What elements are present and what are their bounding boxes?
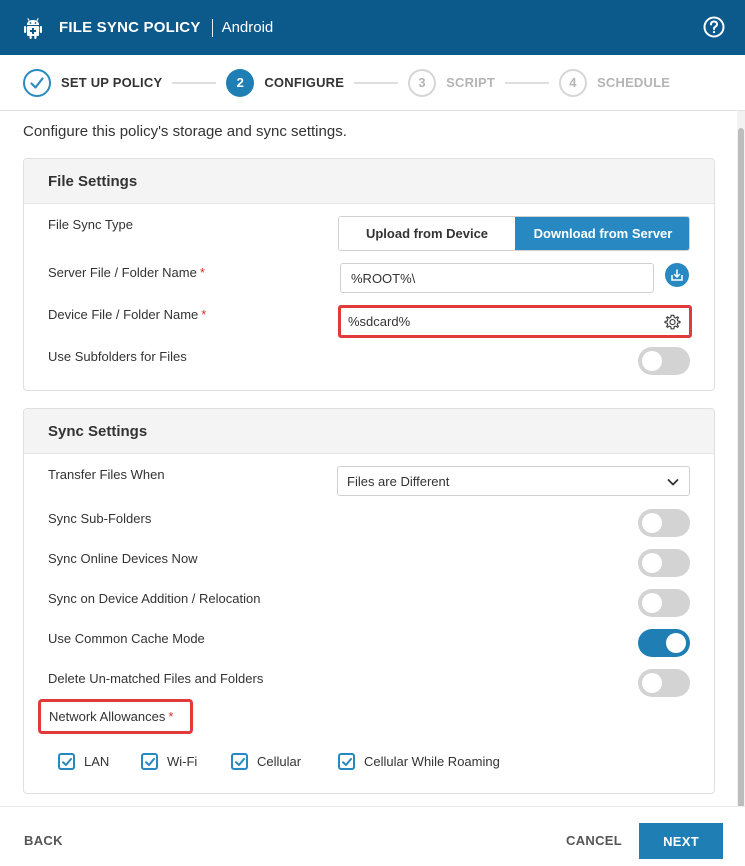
check-circle-icon [23,68,51,97]
step-label: SCHEDULE [597,75,671,90]
gear-icon[interactable] [664,314,681,331]
use-subfolders-label: Use Subfolders for Files [48,349,187,364]
checkbox-label: Wi-Fi [167,754,198,769]
download-from-server-option[interactable]: Download from Server [515,217,689,250]
checkbox-check-icon [338,753,355,770]
step-number: 4 [559,68,588,97]
checkbox-check-icon [58,753,75,770]
toggle-knob [642,351,662,371]
scrollbar-thumb[interactable] [738,128,744,808]
transfer-files-value: Files are Different [347,473,450,489]
step-label: SET UP POLICY [61,75,163,90]
wifi-checkbox[interactable]: Wi-Fi [141,753,197,770]
step-connector [354,81,399,84]
title-divider [211,18,213,37]
dialog-title: FILE SYNC POLICY [59,19,201,36]
step-number: 3 [408,68,437,97]
toggle-knob [642,513,662,533]
chevron-down-icon [667,479,679,486]
app-header: FILE SYNC POLICY Android [0,0,745,55]
step-connector [505,81,550,84]
checkbox-label: Cellular [257,754,302,769]
platform-label: Android [221,19,274,36]
sync-sub-folders-label: Sync Sub-Folders [48,511,152,526]
android-robot-icon [24,17,42,39]
panel-title: File Settings [24,159,714,204]
upload-from-device-option[interactable]: Upload from Device [339,217,515,250]
common-cache-mode-label: Use Common Cache Mode [48,631,205,646]
transfer-files-select[interactable]: Files are Different [337,466,690,496]
dialog-footer: BACK CANCEL NEXT [0,806,745,866]
toggle-knob [642,553,662,573]
step-connector [172,81,217,84]
sync-on-addition-label: Sync on Device Addition / Relocation [48,591,261,606]
next-button[interactable]: NEXT [639,823,723,859]
server-path-input[interactable]: %ROOT%\ [340,263,654,293]
toggle-knob [642,593,662,613]
checkbox-check-icon [231,753,248,770]
sync-online-devices-label: Sync Online Devices Now [48,551,198,566]
wizard-stepper: SET UP POLICY 2 CONFIGURE 3 SCRIPT 4 SCH… [0,55,745,111]
use-subfolders-toggle[interactable] [638,347,690,375]
toggle-knob [666,633,686,653]
step-script[interactable]: 3 SCRIPT [408,68,496,97]
lan-checkbox[interactable]: LAN [58,753,109,770]
checkbox-label: Cellular While Roaming [364,754,500,769]
step-set-up-policy[interactable]: SET UP POLICY [23,68,163,97]
required-marker: * [201,307,207,322]
step-number: 2 [226,68,255,97]
step-label: SCRIPT [446,75,496,90]
cloud-sync-icon [671,269,683,281]
step-configure[interactable]: 2 CONFIGURE [226,68,345,97]
device-path-input[interactable]: %sdcard% [338,305,692,338]
file-settings-panel: File Settings File Sync Type Upload from… [23,158,715,391]
device-path-label: Device File / Folder Name * [48,307,207,322]
network-allowances-label: Network Allowances * [38,699,193,734]
sync-settings-panel: Sync Settings Transfer Files When Files … [23,408,715,794]
sync-sub-folders-toggle[interactable] [638,509,690,537]
checkbox-label: LAN [84,754,110,769]
required-marker: * [199,265,205,280]
panel-title: Sync Settings [24,409,714,454]
back-button[interactable]: BACK [24,833,63,848]
sync-on-addition-toggle[interactable] [638,589,690,617]
sync-online-devices-toggle[interactable] [638,549,690,577]
file-sync-type-label: File Sync Type [48,217,134,232]
delete-unmatched-label: Delete Un-matched Files and Folders [48,671,264,686]
browse-server-button[interactable] [665,263,689,287]
toggle-knob [642,673,662,693]
device-path-value: %sdcard% [348,314,411,329]
transfer-files-label: Transfer Files When [48,467,165,482]
server-path-label: Server File / Folder Name * [48,265,205,280]
step-label: CONFIGURE [264,75,345,90]
help-circle-icon[interactable] [703,16,725,38]
common-cache-mode-toggle[interactable] [638,629,690,657]
step-schedule[interactable]: 4 SCHEDULE [559,68,671,97]
page-description: Configure this policy's storage and sync… [23,123,347,140]
delete-unmatched-toggle[interactable] [638,669,690,697]
checkbox-check-icon [141,753,158,770]
required-marker: * [168,709,174,724]
cancel-button[interactable]: CANCEL [566,833,622,848]
file-sync-type-selector: Upload from Device Download from Server [338,216,690,251]
cellular-checkbox[interactable]: Cellular [231,753,301,770]
cellular-roaming-checkbox[interactable]: Cellular While Roaming [338,753,500,770]
